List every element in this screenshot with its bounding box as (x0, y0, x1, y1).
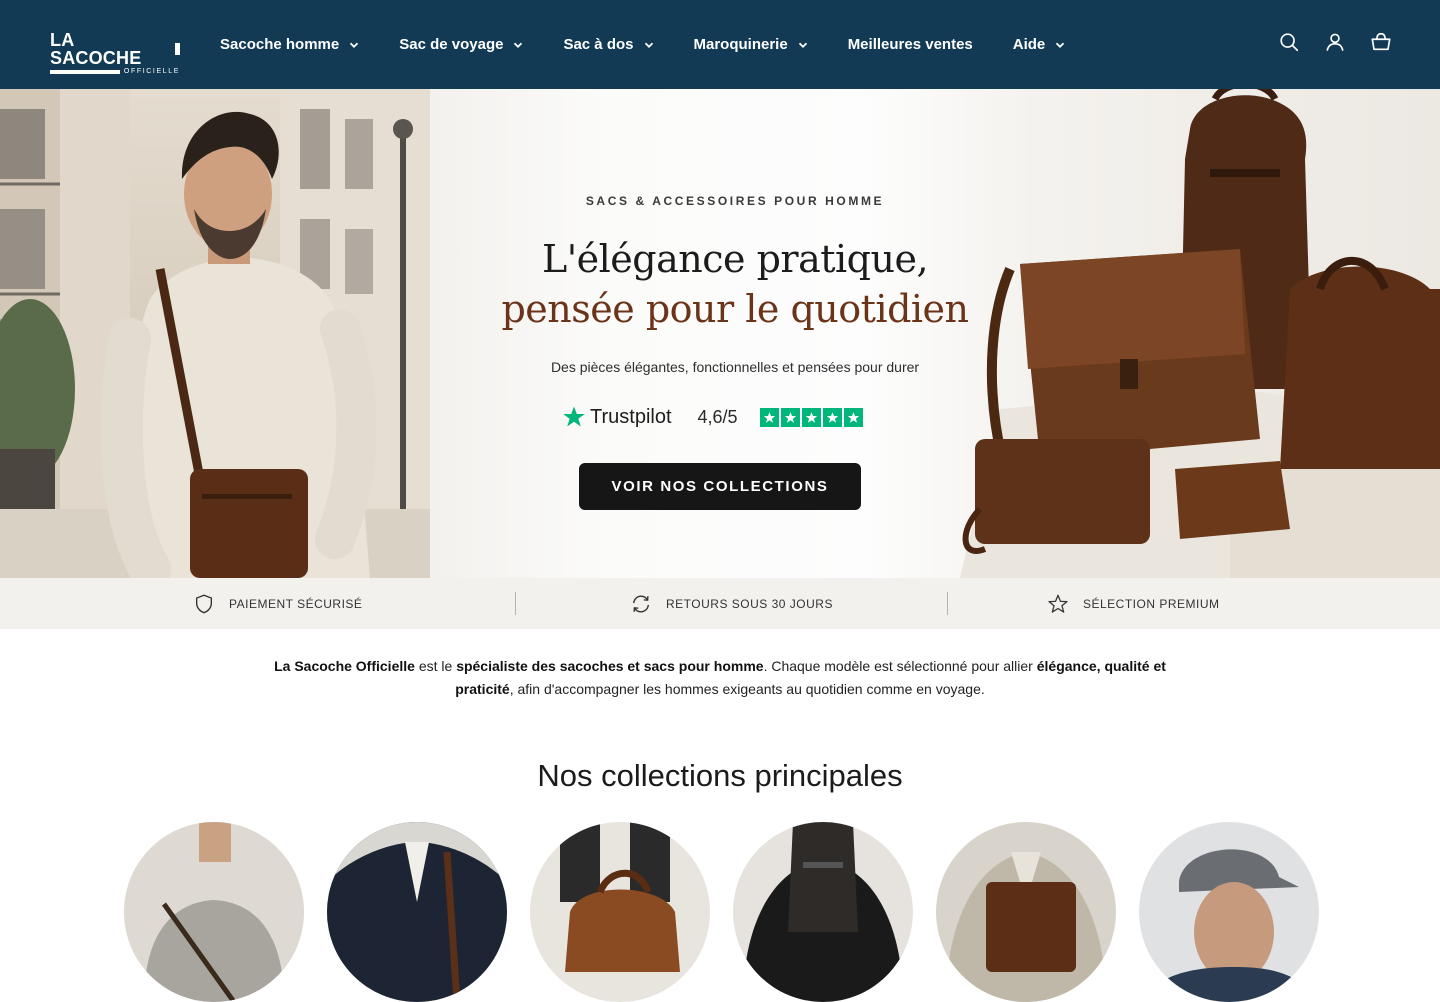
shield-icon (195, 594, 213, 613)
logo-sub: OFFICIELLE (50, 68, 180, 75)
feature-returns: RETOURS SOUS 30 JOURS (630, 578, 833, 629)
features-bar: PAIEMENT SÉCURISÉ RETOURS SOUS 30 JOURS … (0, 578, 1440, 629)
collections-title: Nos collections principales (537, 758, 903, 793)
collection-image (1139, 822, 1319, 1002)
leather-bags-image (960, 89, 1440, 578)
feature-secure-payment: PAIEMENT SÉCURISÉ (193, 578, 362, 629)
logo-underline (50, 69, 120, 74)
refresh-icon (632, 595, 650, 612)
feature-divider (947, 592, 948, 615)
chevron-down-icon (514, 42, 523, 48)
collection-image (530, 822, 710, 1002)
main-nav: Sacoche homme Sac de voyage Sac à dos Ma… (220, 0, 1105, 89)
cart-icon[interactable] (1370, 31, 1392, 53)
nav-label: Sac de voyage (399, 36, 504, 53)
trustpilot-star-icon (563, 406, 585, 427)
nav-item-meilleures-ventes[interactable]: Meilleures ventes (848, 36, 973, 53)
nav-item-maroquinerie[interactable]: Maroquinerie (694, 36, 808, 53)
feature-divider (515, 592, 516, 615)
intro-text: est le (414, 658, 457, 674)
site-header: LA SACOCHE OFFICIELLE Sacoche homme Sac … (0, 0, 1440, 89)
nav-item-sac-a-dos[interactable]: Sac à dos (563, 36, 653, 53)
site-logo[interactable]: LA SACOCHE OFFICIELLE (50, 31, 180, 75)
intro-paragraph: La Sacoche Officielle est le spécialiste… (250, 655, 1190, 701)
collections-list (124, 822, 1319, 1002)
trustpilot-name: Trustpilot (590, 405, 672, 428)
collection-card[interactable] (733, 822, 913, 1002)
nav-label: Aide (1012, 36, 1046, 53)
feature-premium: SÉLECTION PREMIUM (1047, 578, 1220, 629)
intro-text: , afin d'accompagner les hommes exigeant… (509, 681, 985, 697)
trustpilot-score: 4,6/5 (697, 406, 738, 427)
model-man-image (100, 111, 377, 578)
collection-image (327, 822, 507, 1002)
view-collections-button[interactable]: VOIR NOS COLLECTIONS (579, 463, 861, 510)
logo-bar (175, 43, 180, 55)
nav-label: Maroquinerie (693, 36, 788, 53)
collection-image (936, 822, 1116, 1002)
trustpilot-rating[interactable]: Trustpilot 4,6/5 (562, 405, 863, 429)
hero-title-line1: L'élégance pratique, (541, 237, 929, 281)
chevron-down-icon (1056, 42, 1065, 48)
nav-item-sac-de-voyage[interactable]: Sac de voyage (399, 36, 523, 53)
star-icon (780, 407, 800, 427)
chevron-down-icon (644, 42, 653, 48)
hero-eyebrow: SACS & ACCESSOIRES POUR HOMME (585, 194, 885, 208)
hero-subtitle: Des pièces élégantes, fonctionnelles et … (550, 359, 920, 375)
collection-card[interactable] (1139, 822, 1319, 1002)
intro-highlight: spécialiste des sacoches et sacs pour ho… (456, 658, 764, 674)
logo-sub-text: OFFICIELLE (123, 68, 180, 75)
feature-label: PAIEMENT SÉCURISÉ (229, 596, 363, 611)
star-icon (843, 407, 863, 427)
feature-label: RETOURS SOUS 30 JOURS (666, 596, 833, 611)
account-icon[interactable] (1324, 31, 1346, 53)
header-actions (1278, 31, 1392, 53)
collection-image (733, 822, 913, 1002)
star-icon (1048, 594, 1068, 613)
nav-label: Meilleures ventes (847, 36, 973, 53)
collection-card[interactable] (327, 822, 507, 1002)
trustpilot-stars (759, 407, 863, 427)
collection-card[interactable] (936, 822, 1116, 1002)
chevron-down-icon (798, 42, 807, 48)
nav-item-aide[interactable]: Aide (1013, 36, 1066, 53)
nav-label: Sacoche homme (220, 36, 340, 53)
chevron-down-icon (350, 42, 359, 48)
collection-card[interactable] (530, 822, 710, 1002)
feature-label: SÉLECTION PREMIUM (1083, 596, 1220, 611)
intro-text: . Chaque modèle est sélectionné pour all… (763, 658, 1037, 674)
star-icon (822, 407, 842, 427)
intro-brand: La Sacoche Officielle (274, 658, 415, 674)
star-icon (759, 407, 779, 427)
search-icon[interactable] (1278, 31, 1300, 53)
hero-banner: SACS & ACCESSOIRES POUR HOMME L'élégance… (0, 89, 1440, 578)
collection-card[interactable] (124, 822, 304, 1002)
nav-item-sacoche-homme[interactable]: Sacoche homme (220, 36, 359, 53)
nav-label: Sac à dos (563, 36, 634, 53)
logo-wordmark: LA SACOCHE (50, 31, 180, 67)
star-icon (801, 407, 821, 427)
logo-main-text: LA SACOCHE (50, 30, 142, 68)
hero-title-line2: pensée pour le quotidien (501, 287, 969, 331)
collection-image (124, 822, 304, 1002)
